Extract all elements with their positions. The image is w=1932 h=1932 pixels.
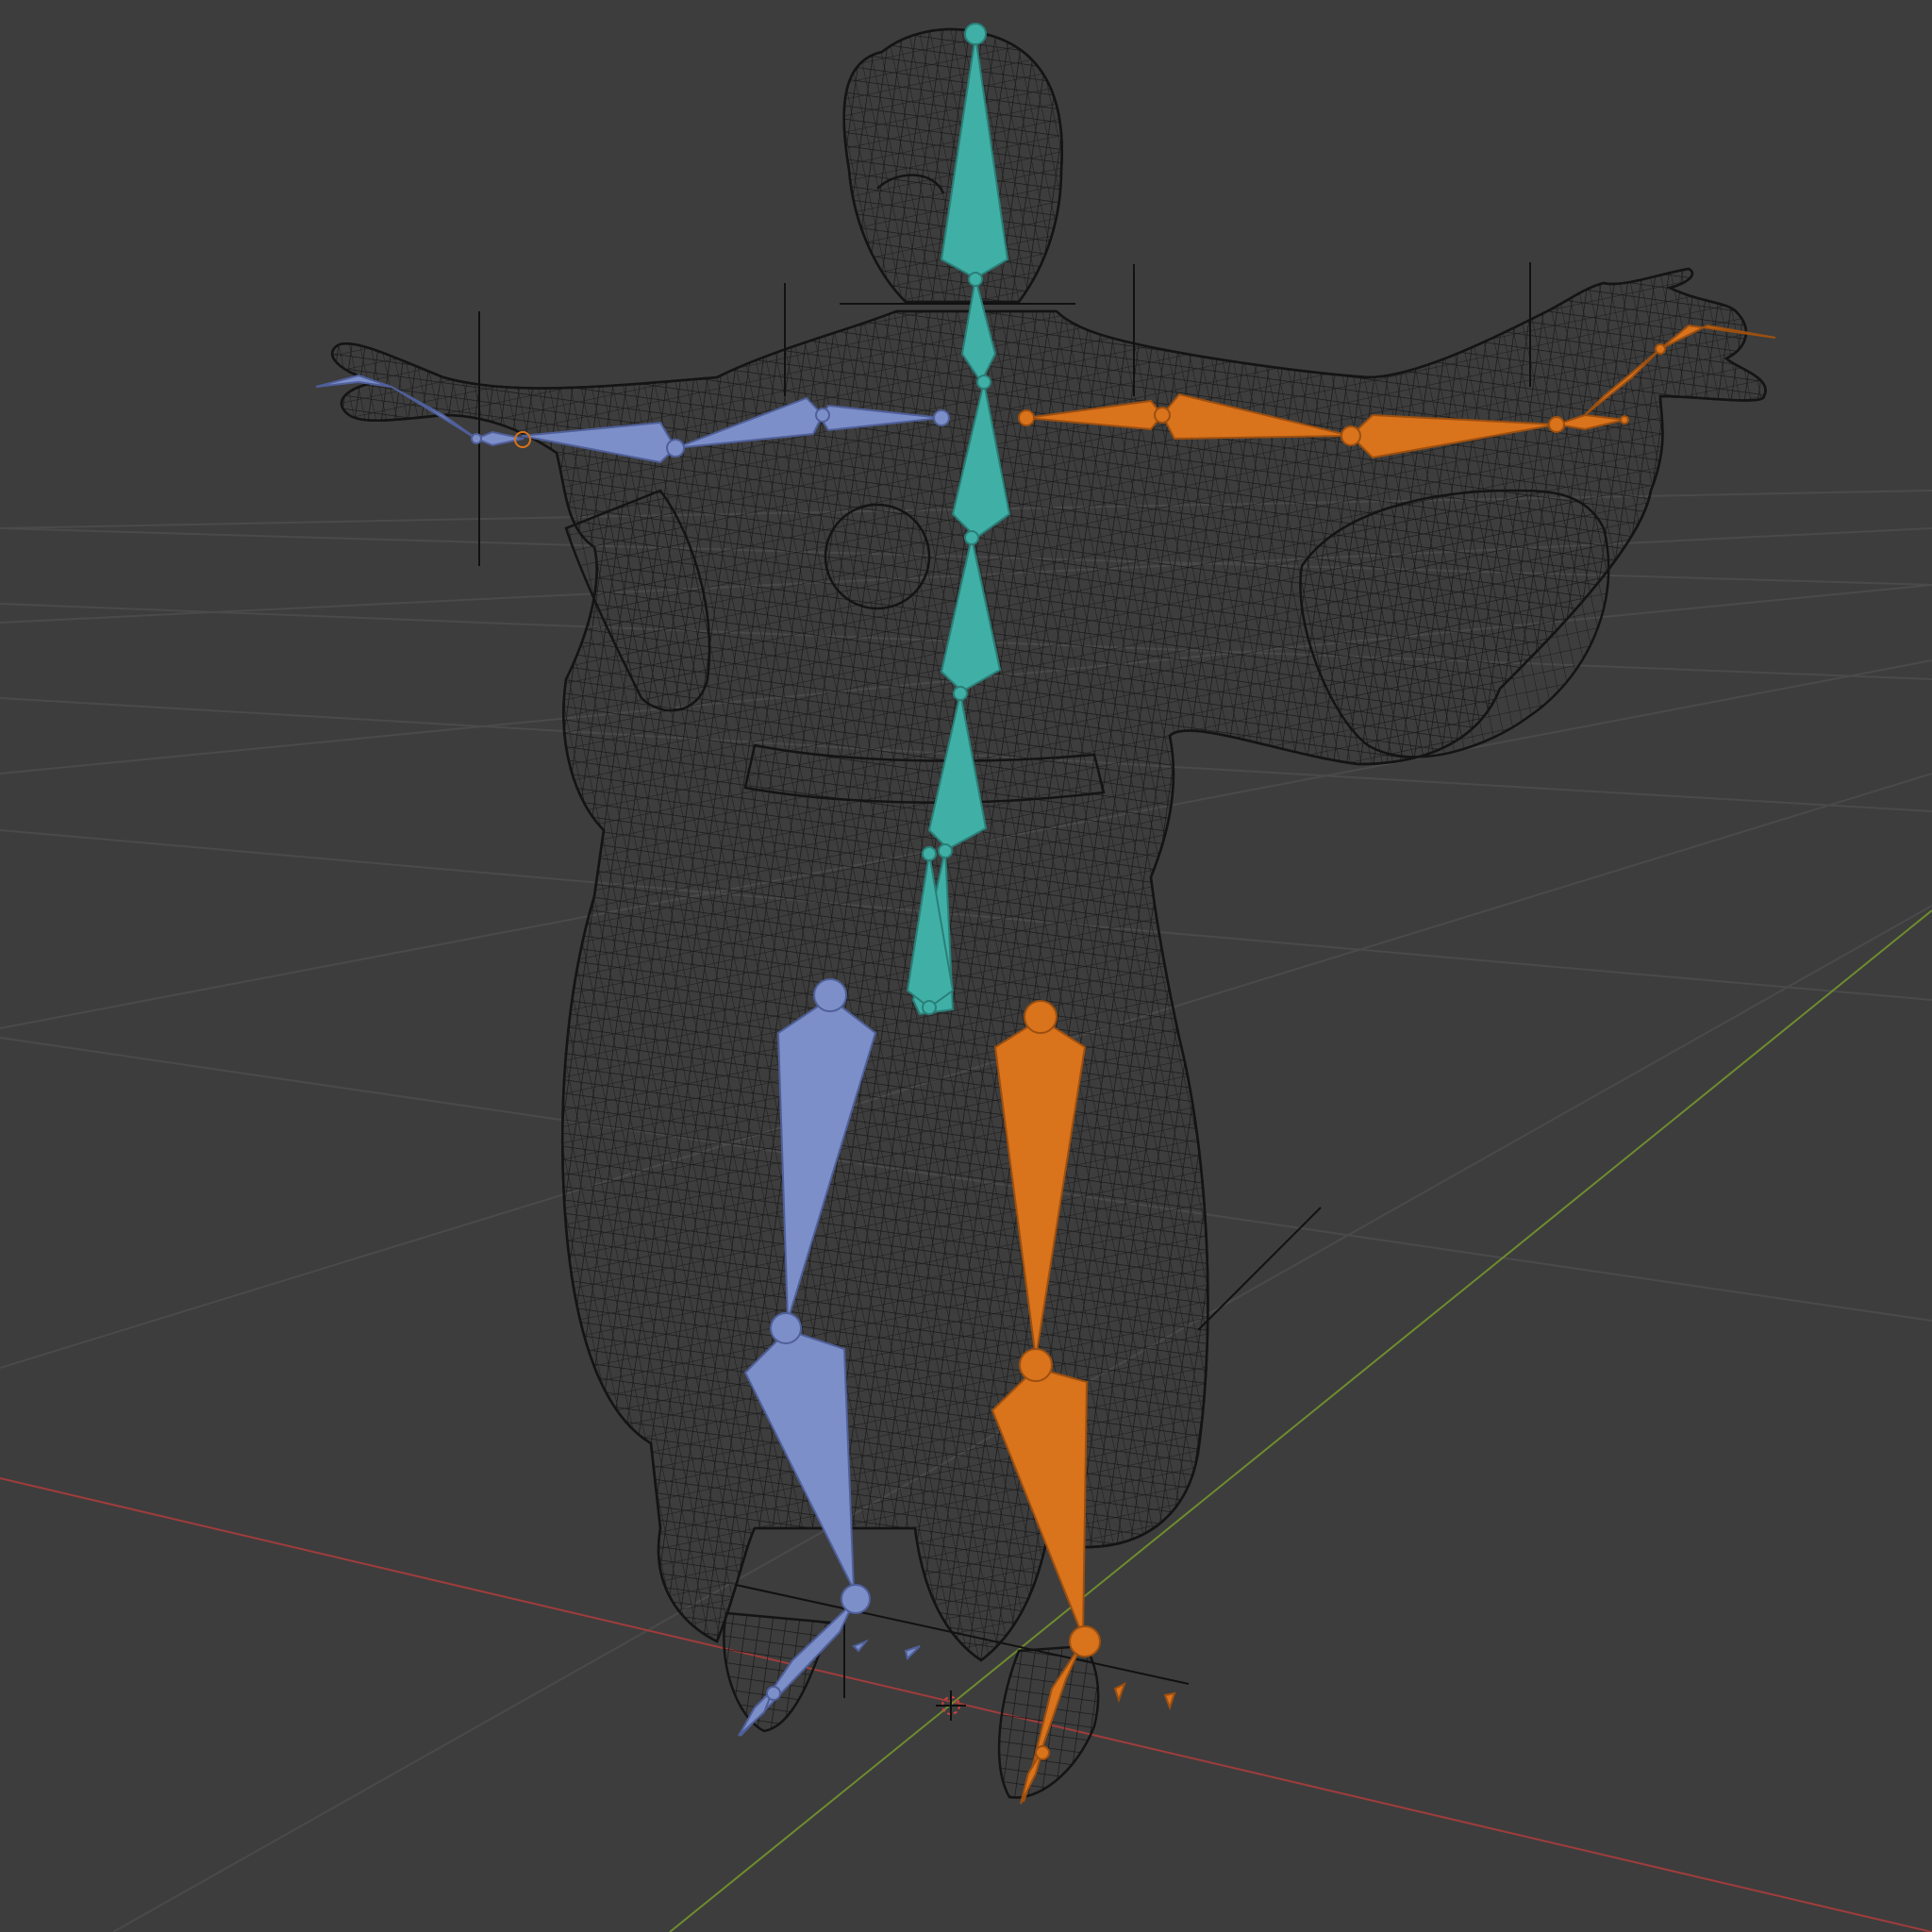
bone-right-heel-a <box>1113 1681 1126 1704</box>
3d-viewport[interactable] <box>0 0 1932 1932</box>
bone-left-heel-a <box>852 1639 870 1653</box>
bone-left-heel-b <box>904 1645 921 1660</box>
bone-right-heel-b <box>1163 1691 1176 1710</box>
viewport-scene <box>0 23 1932 1932</box>
